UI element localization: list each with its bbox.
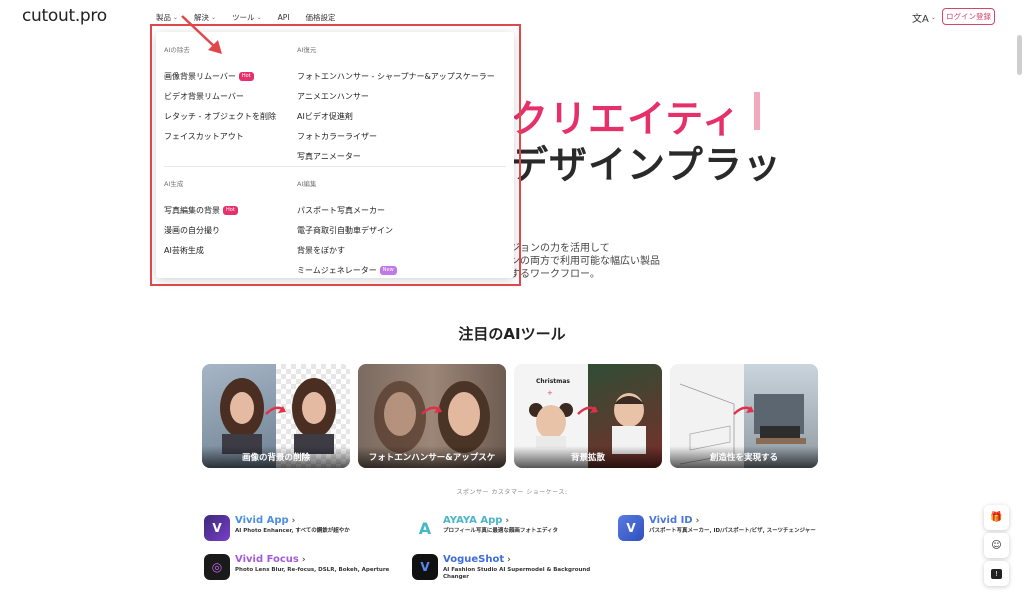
highlight-annotation-box	[150, 24, 521, 286]
card-label: 背景拡散	[514, 446, 662, 468]
hero-title-line2: デザインプラッ	[510, 143, 782, 187]
chevron-right-icon: ›	[291, 515, 296, 526]
chevron-right-icon: ›	[505, 515, 510, 526]
support-avatar-icon: ☺	[991, 540, 1002, 551]
chevron-right-icon: ›	[695, 515, 700, 526]
support-button[interactable]: ☺	[984, 533, 1009, 558]
arrow-right-icon	[265, 406, 286, 415]
showcase-app-ayaya[interactable]: A AYAYA App › プロフィール写真に最適な顔画フォトエディタ	[412, 515, 612, 541]
showcase-app-vivid-focus[interactable]: ◎ Vivid Focus › Photo Lens Blur, Re-focus…	[204, 554, 404, 580]
nav-api[interactable]: API	[278, 12, 290, 23]
annotation-arrow-icon	[181, 15, 222, 54]
typing-cursor	[754, 92, 760, 130]
arrow-right-icon	[577, 406, 598, 415]
ayaya-app-icon: A	[412, 515, 438, 541]
showcase-app-vogueshot[interactable]: V VogueShot › AI Fashion Studio AI Superm…	[412, 554, 612, 581]
nav-products[interactable]: 製品 ⌄	[156, 12, 178, 23]
plus-icon: +	[547, 389, 553, 397]
translate-icon: 文A	[912, 14, 929, 25]
showcase-app-vivid[interactable]: V Vivid App › AI Photo Enhancer, すべての鋼鉄が超…	[204, 515, 404, 541]
chevron-down-icon: ⌄	[173, 14, 179, 21]
login-button[interactable]: ログイン登録	[942, 8, 995, 25]
vivid-focus-icon: ◎	[204, 554, 230, 580]
vivid-app-icon: V	[204, 515, 230, 541]
chevron-right-icon: ›	[301, 554, 306, 565]
feedback-icon: !	[991, 568, 1002, 579]
card-label: 創造性を実現する	[670, 446, 818, 468]
tool-card-creativity[interactable]: 創造性を実現する	[670, 364, 818, 468]
gift-button[interactable]: 🎁	[984, 505, 1009, 530]
gift-icon: 🎁	[990, 512, 1003, 523]
hero-description: ジョンの力を活用して ンの両方で利用可能な幅広い製品 するワークフロー。	[510, 243, 660, 280]
vivid-id-icon: V	[618, 515, 644, 541]
card-caption: Christmas	[536, 378, 571, 385]
showcase-app-vivid-id[interactable]: V Vivid ID › パスポート写真メーカー, ID/パスポート/ビザ, スー…	[618, 515, 818, 541]
arrow-right-icon	[733, 406, 754, 415]
logo[interactable]: cutout.pro	[22, 6, 107, 26]
feedback-button[interactable]: !	[984, 561, 1009, 586]
nav-tools[interactable]: ツール ⌄	[232, 12, 262, 23]
tool-card-bg-removal[interactable]: 画像の背景の削除	[202, 364, 350, 468]
chevron-right-icon: ›	[507, 554, 511, 565]
arrow-right-icon	[421, 406, 442, 415]
child-christmas-image	[612, 393, 646, 454]
chevron-down-icon: ⌄	[256, 14, 262, 21]
child-image	[529, 403, 573, 448]
tool-card-photo-enhancer[interactable]: フォトエンハンサー&アップスケ	[358, 364, 506, 468]
portrait-image	[220, 378, 264, 454]
showcase-title: スポンサー カスタマー ショーケース:	[456, 489, 568, 496]
chevron-down-icon: ⌄	[930, 14, 936, 21]
nav-pricing[interactable]: 価格設定	[305, 12, 335, 23]
card-label: 画像の背景の削除	[202, 446, 350, 468]
section-title-featured: 注目のAIツール	[458, 325, 566, 343]
language-selector[interactable]: 文A ⌄	[912, 10, 936, 25]
vogueshot-icon: V	[412, 554, 438, 580]
portrait-cutout-image	[292, 378, 336, 454]
card-label: フォトエンハンサー&アップスケ	[358, 446, 506, 468]
tool-card-bg-diffusion[interactable]: Christmas + 背景拡散	[514, 364, 662, 468]
scrollbar[interactable]	[1017, 35, 1022, 75]
